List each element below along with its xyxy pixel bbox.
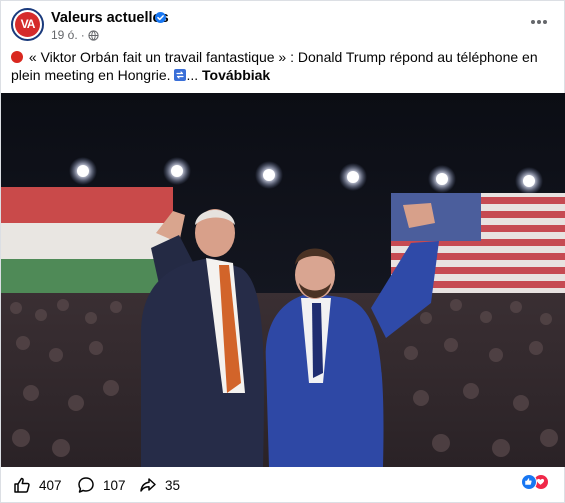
like-reaction-icon: [521, 474, 537, 490]
share-icon: [140, 478, 156, 492]
post-timestamp[interactable]: 19 ó.: [51, 28, 78, 42]
page-avatar[interactable]: VA: [11, 8, 44, 41]
facebook-post: VA Valeurs actuelles 19 ó. · « Viktor Or…: [0, 0, 565, 503]
post-caption: « Viktor Orbán fait un travail fantastiq…: [11, 48, 556, 84]
see-more-link[interactable]: Továbbiak: [202, 67, 270, 83]
comment-icon: [78, 477, 94, 493]
hungarian-flag: [1, 187, 173, 295]
verified-badge-icon: [155, 12, 166, 23]
caption-ellipsis: ...: [186, 67, 199, 83]
post-meta: 19 ó. ·: [51, 28, 99, 42]
like-icon: [14, 477, 30, 493]
meta-separator: ·: [80, 28, 85, 42]
caption-text: « Viktor Orbán fait un travail fantastiq…: [11, 49, 538, 83]
rally-photo[interactable]: [1, 93, 565, 467]
arrows-emoji: [174, 69, 187, 81]
avatar-logo: VA: [15, 12, 40, 37]
comment-count: 107: [103, 477, 126, 493]
reaction-summary[interactable]: [521, 474, 549, 490]
photo-illustration: [1, 93, 565, 467]
share-count: 35: [165, 477, 181, 493]
like-count: 407: [39, 477, 62, 493]
comment-button[interactable]: 107: [77, 476, 126, 494]
like-button[interactable]: 407: [13, 476, 62, 494]
page-name[interactable]: Valeurs actuelles: [51, 10, 169, 26]
post-header: VA Valeurs actuelles 19 ó. ·: [1, 1, 565, 45]
more-options-icon[interactable]: [530, 19, 548, 25]
share-button[interactable]: 35: [139, 476, 180, 494]
red-circle-emoji: [11, 51, 23, 63]
globe-icon: [88, 29, 99, 41]
post-footer: 407 107 35: [1, 467, 565, 503]
